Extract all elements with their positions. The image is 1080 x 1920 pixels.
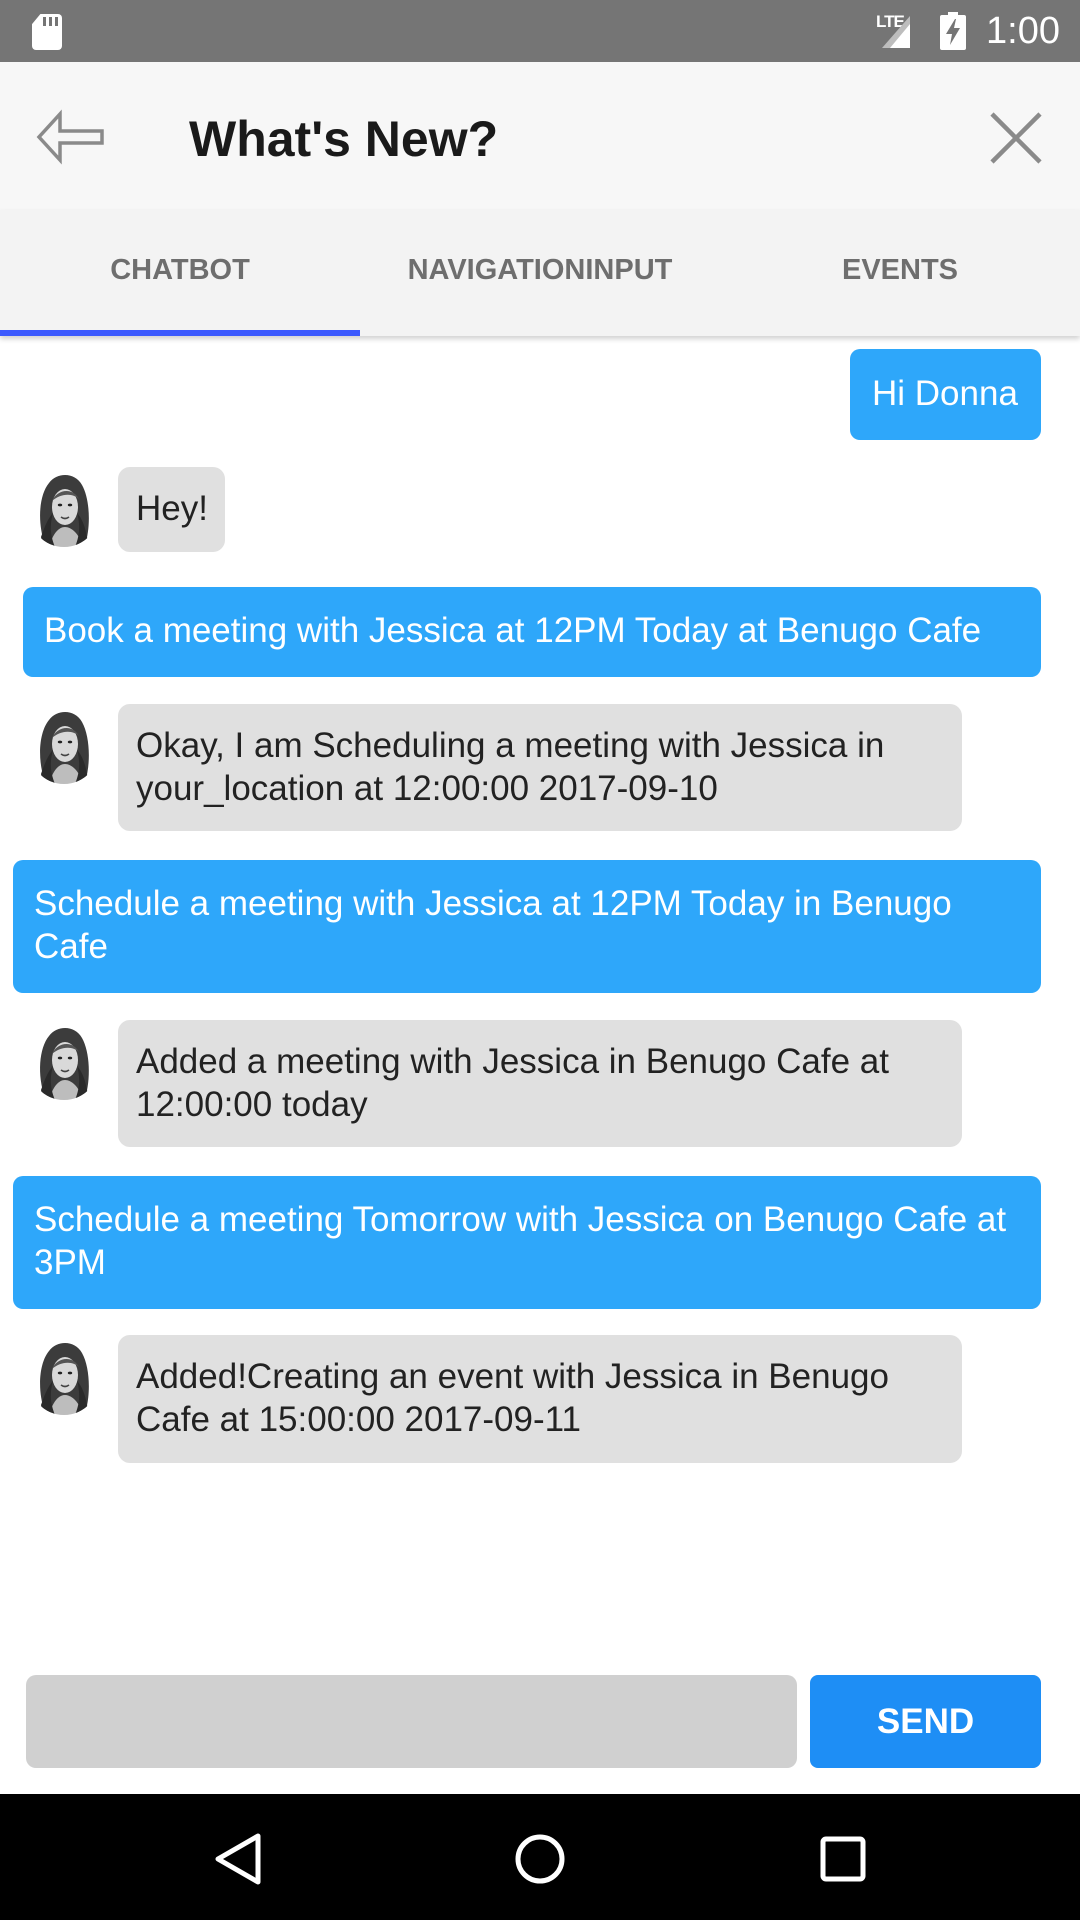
tab-events[interactable]: EVENTS	[720, 210, 1080, 336]
message-text: Added!Creating an event with Jessica in …	[136, 1357, 889, 1439]
user-message: Schedule a meeting with Jessica at 12PM …	[13, 860, 1041, 993]
home-circle-icon[interactable]	[505, 1824, 575, 1894]
bot-message: Hey!	[118, 467, 225, 552]
bot-avatar	[27, 1335, 101, 1415]
user-message: Book a meeting with Jessica at 12PM Toda…	[23, 587, 1041, 677]
message-text: Schedule a meeting Tomorrow with Jessica…	[34, 1200, 1007, 1282]
bot-avatar	[27, 704, 101, 784]
status-bar: LTE 1:00	[0, 0, 1080, 62]
message-text: Hi Donna	[872, 374, 1018, 413]
back-triangle-icon[interactable]	[203, 1824, 273, 1894]
message-text: Okay, I am Scheduling a meeting with Jes…	[136, 726, 885, 808]
signal-icon	[882, 16, 910, 48]
bot-avatar	[27, 1020, 101, 1100]
user-message: Schedule a meeting Tomorrow with Jessica…	[13, 1176, 1041, 1309]
page-title: What's New?	[189, 111, 499, 167]
sd-card-icon	[32, 14, 62, 50]
chat-message-list: Hi Donna Hey! Book a meeting with Jessic…	[0, 336, 1080, 1646]
recents-square-icon[interactable]	[808, 1824, 878, 1894]
clock: 1:00	[986, 10, 1060, 52]
app-bar: What's New?	[0, 62, 1080, 210]
message-text: Hey!	[136, 489, 208, 528]
message-text: Schedule a meeting with Jessica at 12PM …	[34, 884, 952, 966]
send-button[interactable]: SEND	[810, 1675, 1041, 1768]
message-input[interactable]	[26, 1675, 797, 1768]
back-arrow-icon[interactable]	[36, 104, 106, 170]
bot-message: Added a meeting with Jessica in Benugo C…	[118, 1020, 962, 1147]
bot-message: Okay, I am Scheduling a meeting with Jes…	[118, 704, 962, 831]
tab-chatbot[interactable]: CHATBOT	[0, 210, 360, 336]
bot-message: Added!Creating an event with Jessica in …	[118, 1335, 962, 1463]
message-text: Book a meeting with Jessica at 12PM Toda…	[44, 611, 982, 650]
battery-charging-icon	[940, 12, 966, 50]
close-icon[interactable]	[986, 108, 1046, 168]
bot-avatar	[27, 467, 101, 547]
system-nav-bar	[0, 1794, 1080, 1920]
tab-bar: CHATBOT NAVIGATIONINPUT EVENTS	[0, 210, 1080, 336]
tab-navigationinput[interactable]: NAVIGATIONINPUT	[360, 210, 720, 336]
user-message: Hi Donna	[850, 349, 1041, 440]
message-text: Added a meeting with Jessica in Benugo C…	[136, 1042, 889, 1124]
message-composer: SEND	[0, 1660, 1080, 1794]
